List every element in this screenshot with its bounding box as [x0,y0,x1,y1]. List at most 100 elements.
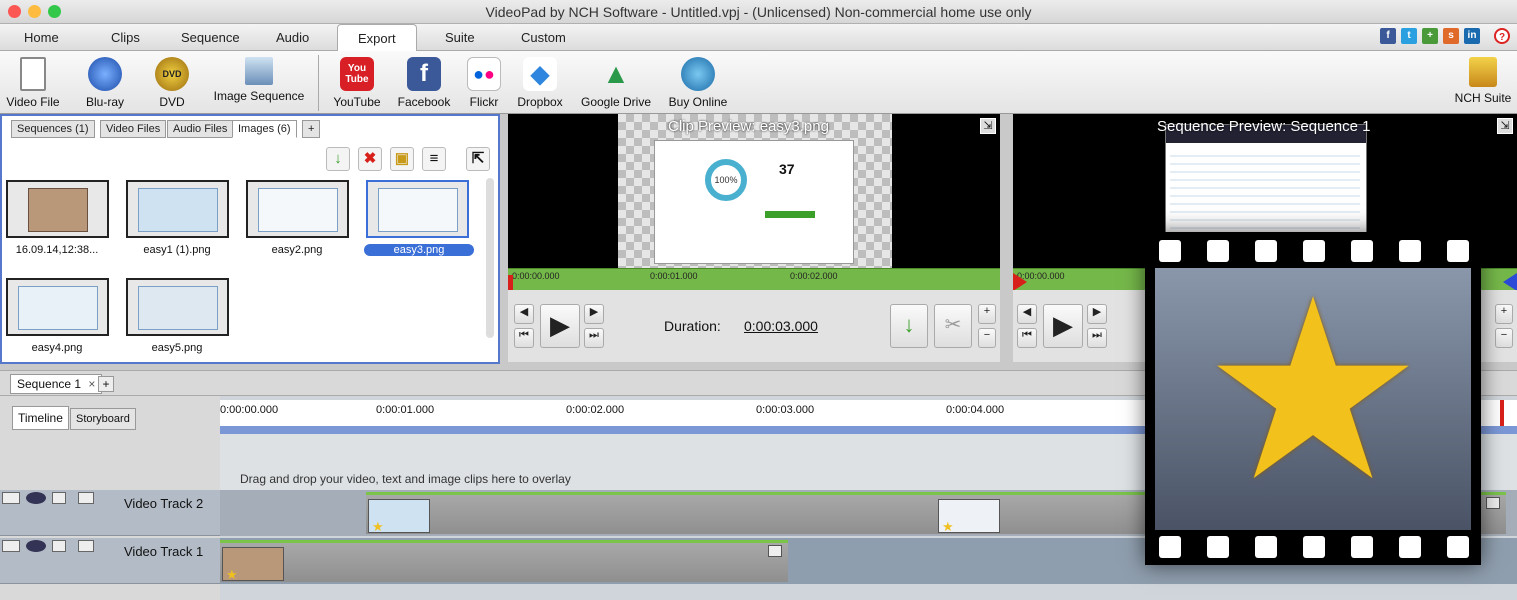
media-bin: Sequences (1) Video Files Audio Files Im… [0,114,500,364]
undock-icon[interactable]: ⇱ [466,147,490,171]
collapse-track-icon[interactable] [2,492,20,504]
dvd-button[interactable]: DVD DVD [150,57,194,109]
overlay-hint-text: Drag and drop your video, text and image… [240,472,571,486]
add-sequence-button[interactable]: + [98,376,114,392]
tab-sequences[interactable]: Sequences (1) [11,120,95,138]
stumbleupon-share-icon[interactable]: s [1443,28,1459,44]
google-drive-button[interactable]: ▲ Google Drive [578,57,654,109]
video-file-button[interactable]: Video File [4,57,62,109]
screen-green-bar [765,211,815,218]
thumbnail[interactable] [6,278,109,336]
tab-sequence-1[interactable]: Sequence 1 × [10,374,103,394]
zoom-out-icon[interactable]: − [978,328,996,348]
clip-preview-ruler[interactable]: 0:00:00.000 0:00:01.000 0:00:02.000 [508,268,1000,291]
play-icon[interactable]: ▶ [540,304,580,348]
tab-suite[interactable]: Suite [445,30,475,45]
linkedin-share-icon[interactable]: in [1464,28,1480,44]
facebook-button[interactable]: f Facebook [396,57,452,109]
zoom-out-icon[interactable]: − [1495,328,1513,348]
film-frame: ★ [1155,260,1471,530]
nch-suite-button[interactable]: NCH Suite [1452,57,1514,105]
start-marker[interactable] [1013,273,1027,291]
tab-images[interactable]: Images (6) [232,120,297,138]
skip-start-icon[interactable]: ⏮ [514,328,534,348]
thumbnail[interactable] [6,180,109,238]
youtube-button[interactable]: You Tube YouTube [330,57,384,109]
star-icon: ★ [226,567,238,582]
list-view-icon[interactable]: ≡ [422,147,446,171]
eye-icon[interactable] [26,540,46,552]
tab-sequence[interactable]: Sequence [181,30,240,45]
thumbnail-selected[interactable] [366,180,469,238]
skip-start-icon[interactable]: ⏮ [1017,328,1037,348]
image-sequence-button[interactable]: Image Sequence [210,57,308,103]
tab-video-files[interactable]: Video Files [100,120,167,138]
clip-menu-icon[interactable] [1486,497,1500,509]
bin-scrollbar[interactable] [486,178,494,338]
dropbox-button[interactable]: ◆ Dropbox [514,57,566,109]
tab-audio-files[interactable]: Audio Files [167,120,234,138]
track-clip[interactable]: ★ [220,540,788,582]
tab-storyboard[interactable]: Storyboard [70,408,136,430]
tab-home[interactable]: Home [24,30,59,45]
thumbnail[interactable] [126,278,229,336]
clip-preview-screen: 100% 37 Clip Preview: easy3.png ⇲ [508,114,1000,268]
tab-audio[interactable]: Audio [276,30,309,45]
facebook-share-icon[interactable]: f [1380,28,1396,44]
ruler-tick: 0:00:02.000 [566,404,625,416]
document-icon [20,57,46,91]
skip-end-icon[interactable]: ⏭ [584,328,604,348]
collapse-track-icon[interactable] [2,540,20,552]
track-options-icon[interactable] [78,492,94,504]
thumbnail[interactable] [126,180,229,238]
clip-menu-icon[interactable] [768,545,782,557]
tab-export[interactable]: Export [337,24,417,52]
track-options-icon[interactable] [78,540,94,552]
next-frame-icon[interactable]: ▶ [1087,304,1107,324]
tab-custom[interactable]: Custom [521,30,566,45]
eye-icon[interactable] [26,492,46,504]
add-to-sequence-icon[interactable]: ↓ [890,304,928,348]
google-drive-icon: ▲ [602,58,630,89]
zoom-in-icon[interactable]: + [978,304,996,324]
toolbox-icon [1469,57,1497,87]
thumbnail-label: easy2.png [271,244,323,256]
playhead-marker[interactable] [508,275,513,291]
videopad-logo-icon: ★ [1145,232,1481,565]
twitter-share-icon[interactable]: t [1401,28,1417,44]
remove-clip-icon[interactable]: ✖ [358,147,382,171]
close-tab-icon[interactable]: × [88,377,95,391]
thumbnail-label-selected: easy3.png [364,244,474,256]
duration-value[interactable]: 0:00:03.000 [744,318,818,334]
ruler-tick: 0:00:00.000 [220,404,279,416]
undock-preview-icon[interactable]: ⇲ [980,118,996,134]
add-bin-tab-button[interactable]: + [302,120,321,138]
end-marker[interactable] [1503,273,1517,291]
next-frame-icon[interactable]: ▶ [584,304,604,324]
tab-timeline[interactable]: Timeline [12,406,69,430]
ruler-tick: 0:00:04.000 [946,404,1005,416]
undock-preview-icon[interactable]: ⇲ [1497,118,1513,134]
tab-clips[interactable]: Clips [111,30,140,45]
prev-frame-icon[interactable]: ◀ [1017,304,1037,324]
lock-icon[interactable] [52,492,66,504]
timeline-playhead[interactable] [1500,400,1504,426]
buy-online-button[interactable]: Buy Online [666,57,730,109]
bluray-button[interactable]: Blu-ray [78,57,132,109]
lock-icon[interactable] [52,540,66,552]
help-icon[interactable]: ? [1494,28,1510,44]
prev-frame-icon[interactable]: ◀ [514,304,534,324]
track-label: Video Track 2 [124,496,204,511]
delicious-share-icon[interactable]: + [1422,28,1438,44]
duration-label: Duration: [664,318,721,334]
flickr-button[interactable]: ● ● Flickr [466,57,502,109]
add-to-sequence-icon[interactable]: ↓ [326,147,350,171]
zoom-in-icon[interactable]: + [1495,304,1513,324]
screen-number: 37 [779,161,795,177]
new-folder-icon[interactable]: ▣ [390,147,414,171]
play-icon[interactable]: ▶ [1043,304,1083,348]
thumbnail[interactable] [246,180,349,238]
split-clip-scissors-icon[interactable]: ✂ [934,304,972,348]
star-icon: ★ [372,519,384,534]
skip-end-icon[interactable]: ⏭ [1087,328,1107,348]
